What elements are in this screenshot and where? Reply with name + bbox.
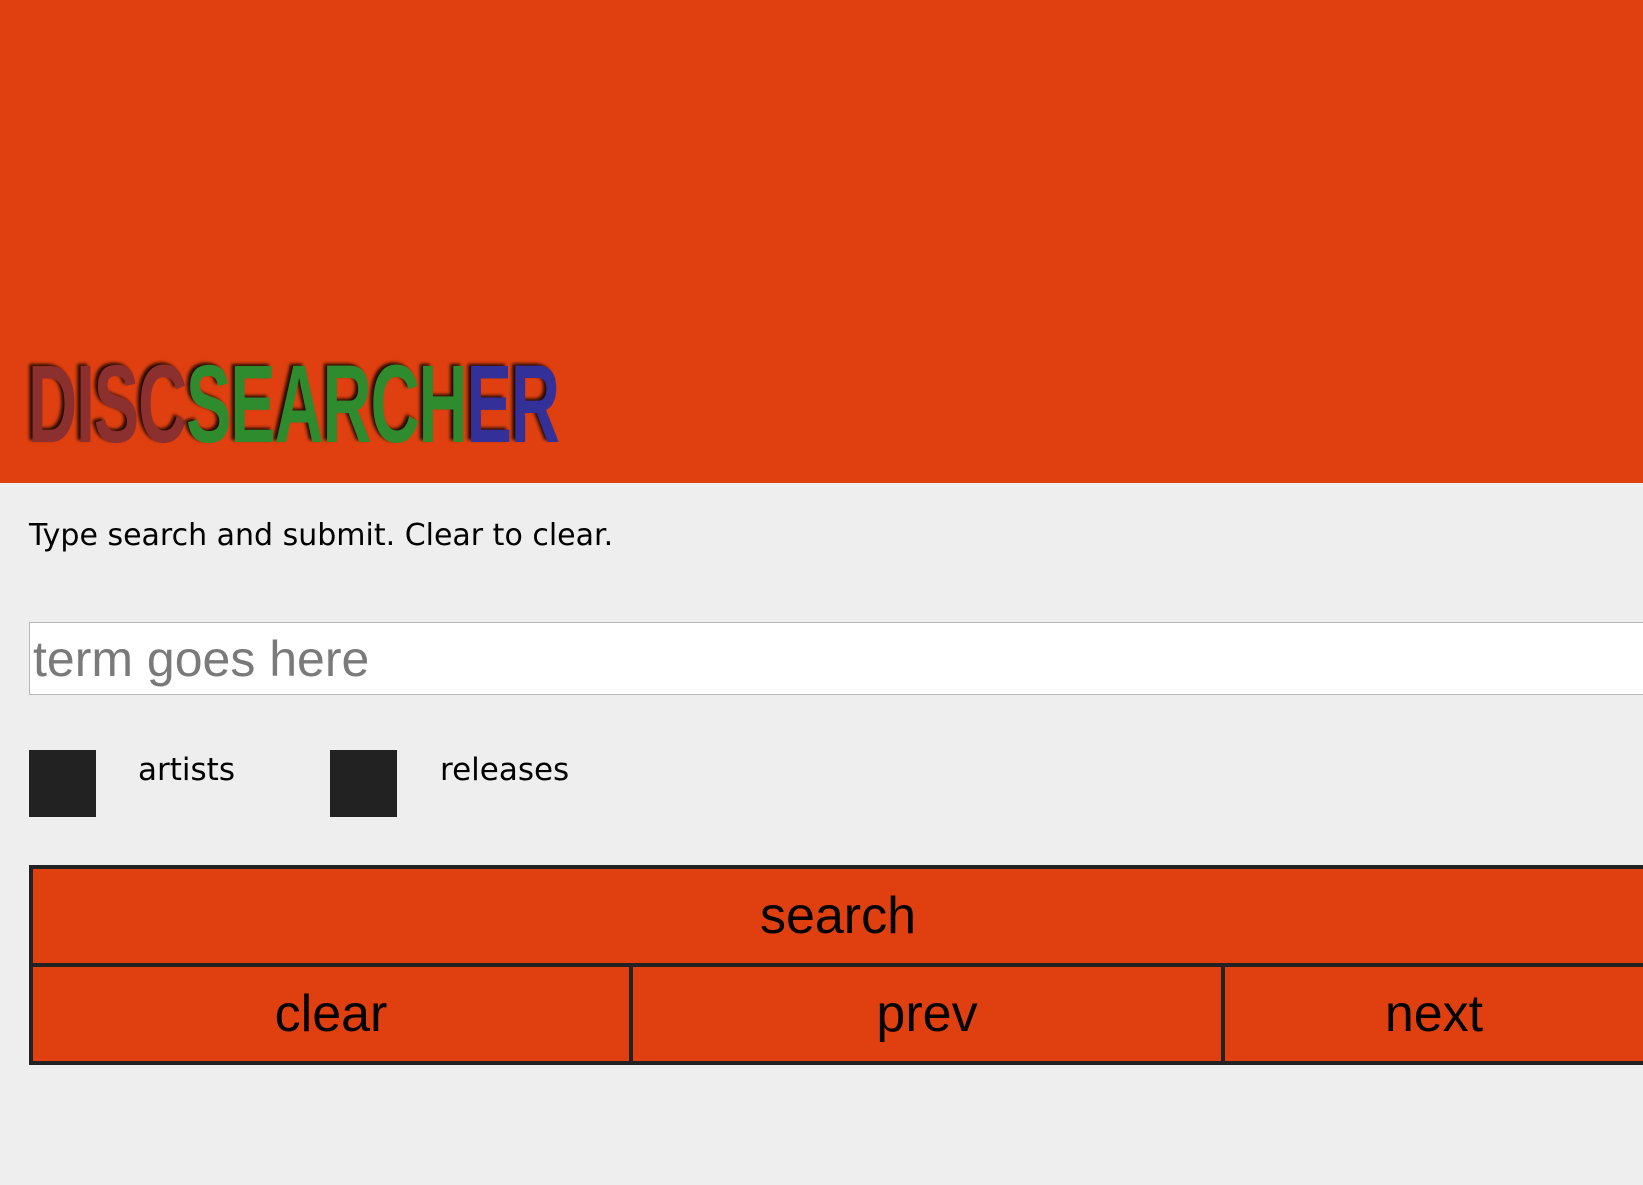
search-input[interactable] [29, 622, 1643, 695]
clear-button[interactable]: clear [29, 963, 633, 1065]
logo-part-search: SEARCH [185, 343, 468, 466]
releases-checkbox[interactable] [330, 750, 397, 817]
header-banner: DISCSEARCHER [0, 0, 1643, 483]
logo-part-er: ER [466, 343, 561, 466]
artists-checkbox-label: artists [138, 752, 235, 788]
app-logo: DISCSEARCHER [28, 343, 561, 466]
logo-part-disc: DISC [28, 343, 187, 466]
artists-checkbox[interactable] [29, 750, 96, 817]
prev-button[interactable]: prev [629, 963, 1225, 1065]
releases-checkbox-label: releases [440, 752, 570, 788]
next-button[interactable]: next [1221, 963, 1643, 1065]
search-button[interactable]: search [29, 865, 1643, 967]
instructions-text: Type search and submit. Clear to clear. [29, 518, 614, 553]
